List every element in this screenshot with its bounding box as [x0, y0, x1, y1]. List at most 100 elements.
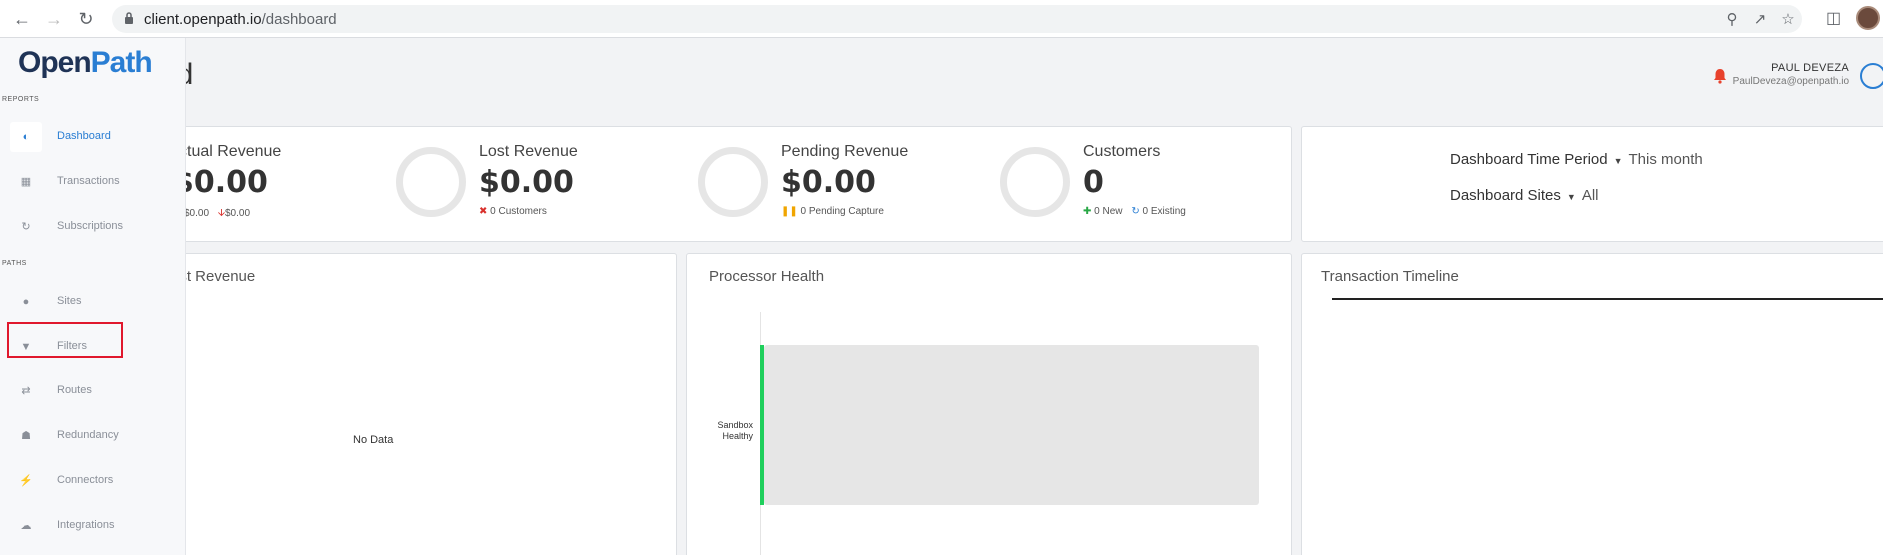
timeline-line — [1332, 298, 1883, 300]
processor-bar — [764, 345, 1259, 505]
bookmark-star-icon[interactable]: ☆ — [1778, 10, 1798, 30]
sidebar-item-dashboard[interactable]: ◐ Dashboard — [10, 120, 125, 154]
url-text: client.openpath.io/dashboard — [144, 11, 337, 28]
sidebar-item-label: Subscriptions — [57, 220, 124, 232]
no-data-text: No Data — [353, 434, 394, 446]
plus-icon: ✚ — [1083, 206, 1092, 217]
sidebar: OpenPath REPORTS ◐ Dashboard ▦ Transacti… — [0, 38, 186, 555]
stat-new-text: 0 New — [1094, 206, 1123, 217]
stat-label: Lost Revenue — [479, 143, 578, 160]
profile-avatar[interactable] — [1856, 6, 1880, 30]
user-info[interactable]: PAUL DEVEZA PaulDeveza@openpath.io — [1733, 62, 1849, 87]
lost-revenue-panel: ost Revenue No Data — [150, 253, 677, 555]
dashboard-icon: ◐ — [10, 122, 42, 152]
sidebar-item-routes[interactable]: ⇄ Routes — [10, 374, 125, 408]
dashboard-page: ard PAUL DEVEZA PaulDeveza@openpath.io c… — [0, 38, 1883, 555]
stat-sub: ✚ 0 New ↻ 0 Existing — [1083, 206, 1186, 217]
sidebar-item-transactions[interactable]: ▦ Transactions — [10, 165, 125, 199]
stat-up-value: $0.00 — [184, 208, 210, 219]
sidebar-item-label: Dashboard — [57, 130, 111, 142]
sidebar-item-label: Integrations — [57, 519, 115, 531]
sites-selector[interactable]: Dashboard Sites ▼ All — [1450, 187, 1599, 204]
stat-sub: ✖ 0 Customers — [479, 206, 578, 217]
logo-part-2: Path — [90, 46, 153, 79]
share-icon[interactable]: ↗ — [1750, 10, 1770, 30]
bar-label-line-1: Sandbox — [717, 420, 753, 430]
stat-sub: ❚❚ 0 Pending Capture — [781, 206, 908, 217]
sites-value: All — [1581, 187, 1599, 204]
time-period-value: This month — [1628, 151, 1703, 168]
side-panel-icon[interactable]: ◫ — [1826, 8, 1841, 30]
sidebar-item-integrations[interactable]: ☁ Integrations — [10, 509, 125, 543]
x-icon: ✖ — [479, 206, 488, 217]
stat-sub-text: 0 Customers — [490, 206, 547, 217]
transaction-timeline-panel: Transaction Timeline — [1301, 253, 1883, 555]
period-card: Dashboard Time Period ▼ This month Dashboa… — [1301, 126, 1883, 242]
sidebar-item-redundancy[interactable]: ☗ Redundancy — [10, 419, 125, 453]
sidebar-item-label: Sites — [57, 295, 82, 307]
url-path: /dashboard — [261, 11, 337, 28]
stat-value: $0.00 — [781, 165, 876, 200]
stat-value: $0.00 — [479, 165, 574, 200]
stat-value: $0.00 — [173, 165, 268, 200]
lost-revenue-ring — [698, 147, 768, 217]
pending-revenue-ring — [1000, 147, 1070, 217]
actual-revenue-stat: ctual Revenue $0.00 ↑$0.00 🡫$0.00 — [173, 143, 282, 223]
lost-revenue-stat: Lost Revenue $0.00 ✖ 0 Customers — [479, 143, 578, 217]
back-icon[interactable]: ← — [11, 8, 33, 30]
zoom-icon[interactable]: ⚲ — [1722, 10, 1742, 30]
bar-label-line-2: Healthy — [722, 431, 753, 441]
cloud-icon: ☁ — [20, 520, 32, 532]
caret-down-icon: ▼ — [1566, 192, 1576, 202]
sidebar-item-label: Routes — [57, 384, 92, 396]
time-period-label: Dashboard Time Period — [1450, 151, 1608, 168]
user-email: PaulDeveza@openpath.io — [1732, 76, 1849, 87]
user-name: PAUL DEVEZA — [1771, 62, 1849, 74]
stat-sub: ↑$0.00 🡫$0.00 — [179, 206, 281, 223]
sitemap-icon: ☗ — [21, 430, 31, 442]
time-period-selector[interactable]: Dashboard Time Period ▼ This month — [1450, 151, 1703, 168]
notification-bell-icon[interactable] — [1713, 68, 1727, 84]
pause-icon: ❚❚ — [781, 206, 798, 217]
sidebar-item-sites[interactable]: ● Sites — [10, 285, 125, 319]
address-bar[interactable]: client.openpath.io/dashboard ⚲ ↗ ☆ — [112, 5, 1802, 33]
globe-icon: ● — [22, 296, 30, 308]
stat-label: ctual Revenue — [179, 143, 282, 160]
money-icon: ▦ — [20, 176, 32, 188]
section-paths: PATHS — [2, 260, 27, 267]
sites-label: Dashboard Sites — [1450, 187, 1561, 204]
stat-label: Customers — [1083, 143, 1161, 160]
url-host: client.openpath.io — [144, 11, 262, 28]
refresh-icon: ↻ — [1131, 206, 1140, 217]
plug-icon: ⚡ — [19, 475, 33, 487]
reload-icon[interactable]: ↻ — [75, 8, 97, 30]
sidebar-item-subscriptions[interactable]: ↻ Subscriptions — [10, 210, 125, 244]
stat-down-value: $0.00 — [225, 208, 251, 219]
shuffle-icon: ⇄ — [21, 385, 31, 397]
panel-title: Processor Health — [709, 268, 825, 285]
refresh-icon: ↻ — [21, 221, 31, 233]
section-reports: REPORTS — [2, 96, 40, 103]
user-avatar-icon[interactable] — [1860, 63, 1883, 89]
actual-revenue-ring — [396, 147, 466, 217]
panel-title: Transaction Timeline — [1321, 268, 1459, 285]
bar-label: Sandbox Healthy — [705, 420, 753, 442]
pending-revenue-stat: Pending Revenue $0.00 ❚❚ 0 Pending Captu… — [781, 143, 908, 217]
highlight-box — [7, 322, 123, 358]
processor-health-indicator — [760, 345, 764, 505]
forward-icon[interactable]: → — [43, 8, 65, 30]
stat-sub-text: 0 Pending Capture — [800, 206, 884, 217]
stat-label: Pending Revenue — [781, 143, 909, 160]
sidebar-item-label: Redundancy — [57, 429, 119, 441]
customers-stat: Customers 0 ✚ 0 New ↻ 0 Existing — [1083, 143, 1186, 217]
caret-down-icon: ▼ — [1613, 156, 1623, 166]
sidebar-item-label: Connectors — [57, 474, 114, 486]
openpath-logo[interactable]: OpenPath — [18, 46, 153, 80]
sidebar-item-connectors[interactable]: ⚡ Connectors — [10, 464, 125, 498]
stat-existing-text: 0 Existing — [1142, 206, 1186, 217]
arrow-down-icon: 🡫 — [217, 208, 225, 219]
logo-part-1: Open — [18, 46, 92, 79]
processor-health-panel: Processor Health Sandbox Healthy 0204060… — [686, 253, 1292, 555]
stat-value: 0 — [1083, 165, 1104, 200]
lock-icon — [125, 12, 133, 24]
